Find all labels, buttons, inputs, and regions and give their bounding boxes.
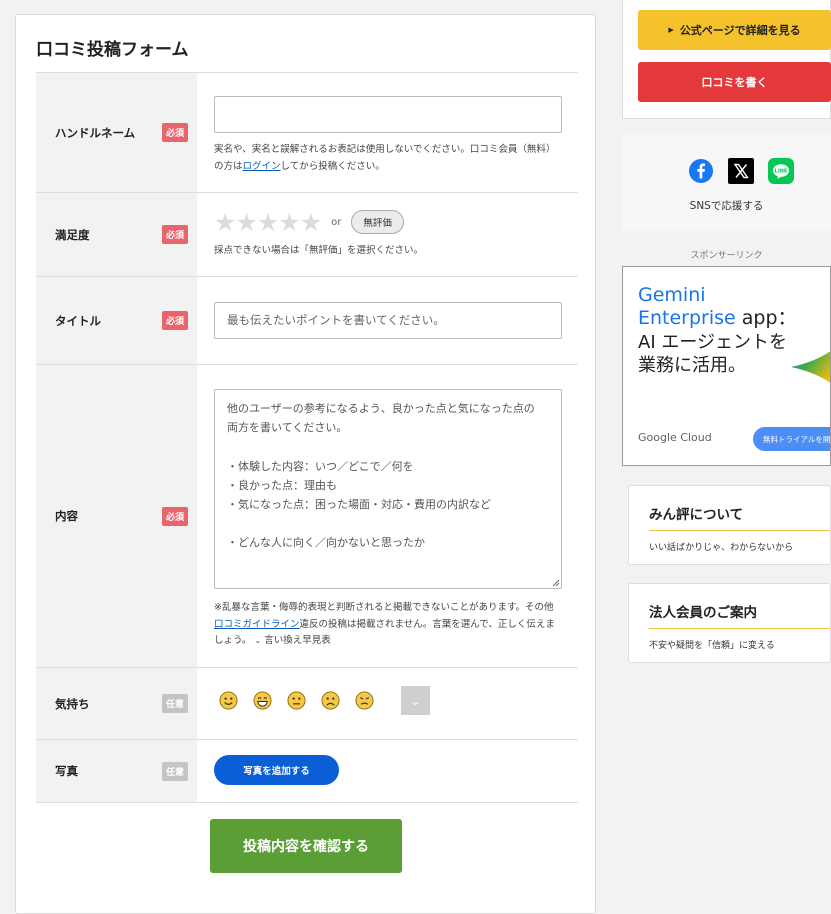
star-icon[interactable]: ★ bbox=[278, 210, 300, 235]
svg-text:LINE: LINE bbox=[775, 169, 788, 175]
content-label: 内容 bbox=[55, 509, 78, 523]
star-icon[interactable]: ★ bbox=[257, 210, 279, 235]
ad-banner[interactable]: Gemini Enterprise app： AI エージェントを 業務に活用。… bbox=[622, 266, 831, 466]
tired-icon[interactable] bbox=[355, 691, 374, 710]
row-photo: 写真 任意 写真を追加する bbox=[36, 740, 578, 803]
optional-badge: 任意 bbox=[161, 694, 188, 713]
form-rows: ハンドルネーム 必須 実名や、実名と誤解されるお表記は使用しないでください。口コ… bbox=[36, 72, 578, 803]
about-card-title: みん評について bbox=[649, 503, 830, 531]
star-rating: ★ ★ ★ ★ ★ or 無評価 bbox=[214, 210, 562, 235]
official-page-label: 公式ページで詳細を見る bbox=[679, 24, 801, 37]
sns-label: SNSで応援する bbox=[689, 200, 764, 212]
row-feeling: 気持ち 任意 ⌄ bbox=[36, 668, 578, 740]
line-icon[interactable]: LINE bbox=[768, 158, 794, 184]
about-card-subtitle: いい話ばかりじゃ、わからないから bbox=[649, 543, 794, 553]
handle-name-input[interactable] bbox=[214, 96, 562, 134]
star-icon[interactable]: ★ bbox=[235, 210, 257, 235]
or-text: or bbox=[331, 216, 342, 228]
row-content: 内容 必須 他のユーザーの参考になるよう、良かった点と気になった点の 両方を書い… bbox=[36, 365, 578, 668]
grin-icon[interactable] bbox=[253, 691, 272, 710]
smiley-icon[interactable] bbox=[219, 691, 238, 710]
handle-name-note: 実名や、実名と誤解されるお表記は使用しないでください。口コミ会員（無料） の方は… bbox=[214, 144, 556, 172]
title-label: タイトル bbox=[55, 313, 101, 328]
required-badge: 必須 bbox=[161, 225, 188, 244]
required-badge: 必須 bbox=[161, 123, 188, 142]
feeling-picker: ⌄ bbox=[219, 686, 562, 715]
confirm-submit-button[interactable]: 投稿内容を確認する bbox=[210, 819, 402, 873]
star-icon[interactable]: ★ bbox=[214, 210, 236, 235]
x-icon[interactable] bbox=[728, 158, 754, 184]
row-title: タイトル 必須 最も伝えたいポイントを書いてください。 bbox=[36, 277, 578, 365]
chevron-down-icon: ⌄ bbox=[410, 693, 421, 708]
write-review-button[interactable]: 口コミを書く bbox=[638, 62, 831, 102]
feeling-label: 気持ち bbox=[55, 696, 90, 711]
resize-handle-icon[interactable] bbox=[552, 579, 560, 587]
content-textarea[interactable]: 他のユーザーの参考になるよう、良かった点と気になった点の 両方を書いてください。… bbox=[214, 389, 562, 589]
handle-name-label: ハンドルネーム bbox=[55, 125, 136, 140]
add-photo-button[interactable]: 写真を追加する bbox=[214, 755, 339, 785]
sponsor-label: スポンサーリンク bbox=[690, 251, 763, 261]
official-page-button[interactable]: ▶ 公式ページで詳細を見る bbox=[638, 10, 831, 50]
satisfaction-label: 満足度 bbox=[55, 227, 90, 242]
photo-label: 写真 bbox=[55, 764, 78, 778]
paraphrase-table-toggle[interactable]: 言い換え早見表 bbox=[264, 635, 331, 646]
row-satisfaction: 満足度 必須 ★ ★ ★ ★ ★ or 無評価 採点できない場合は「無評価」を選… bbox=[36, 193, 578, 277]
review-form-panel: 口コミ投稿フォーム ハンドルネーム 必須 実名や、実名と誤解されるお表記は使用し… bbox=[15, 14, 596, 914]
gemini-spark-icon bbox=[791, 351, 830, 383]
corporate-card-title: 法人会員のご案内 bbox=[649, 601, 830, 629]
neutral-icon[interactable] bbox=[287, 691, 306, 710]
sns-icons: LINE bbox=[688, 158, 808, 184]
google-cloud-logo: Google Cloud bbox=[638, 431, 712, 444]
corporate-card-subtitle: 不安や疑問を「信頼」に変える bbox=[649, 641, 775, 651]
row-handle-name: ハンドルネーム 必須 実名や、実名と誤解されるお表記は使用しないでください。口コ… bbox=[36, 73, 578, 193]
play-icon: ▶ bbox=[668, 26, 674, 34]
feeling-more-button[interactable]: ⌄ bbox=[401, 686, 430, 715]
required-badge: 必須 bbox=[161, 311, 188, 330]
chevron-down-icon[interactable]: ⌄ bbox=[254, 636, 261, 645]
facebook-icon[interactable] bbox=[688, 158, 714, 184]
free-trial-button[interactable]: 無料トライアルを開 bbox=[753, 427, 830, 451]
satisfaction-note: 採点できない場合は「無評価」を選択ください。 bbox=[214, 244, 424, 256]
star-icon[interactable]: ★ bbox=[300, 210, 322, 235]
no-evaluation-button[interactable]: 無評価 bbox=[351, 210, 404, 235]
title-input[interactable]: 最も伝えたいポイントを書いてください。 bbox=[214, 302, 562, 339]
content-note: ※乱暴な言葉・侮辱的表現と判断されると掲載できないことがあります。その他 口コミ… bbox=[214, 602, 555, 647]
about-card[interactable]: みん評について いい話ばかりじゃ、わからないから bbox=[628, 485, 831, 565]
review-guideline-link[interactable]: 口コミガイドライン bbox=[214, 619, 300, 630]
required-badge: 必須 bbox=[161, 506, 188, 526]
form-title: 口コミ投稿フォーム bbox=[36, 40, 189, 60]
optional-badge: 任意 bbox=[161, 761, 188, 781]
frown-icon[interactable] bbox=[321, 691, 340, 710]
login-link[interactable]: ログイン bbox=[243, 161, 281, 172]
corporate-card[interactable]: 法人会員のご案内 不安や疑問を「信頼」に変える bbox=[628, 583, 831, 663]
